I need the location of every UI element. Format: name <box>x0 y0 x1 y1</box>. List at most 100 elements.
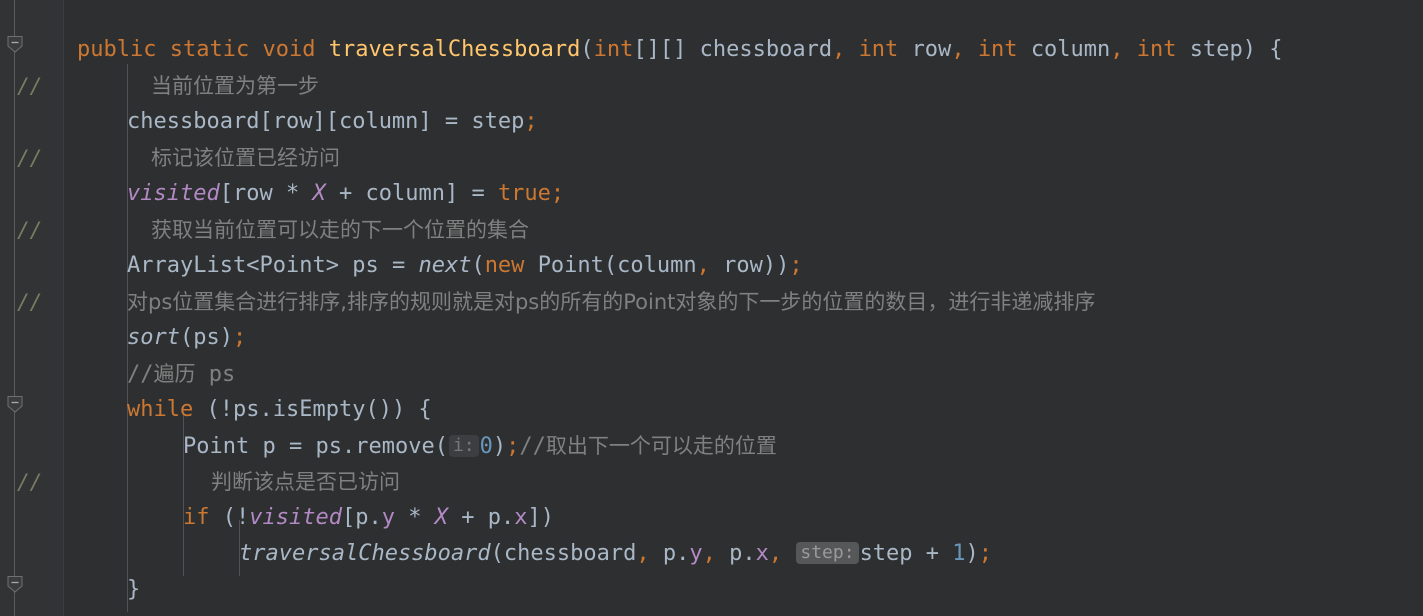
code-token: 标记该位置已经访问 <box>151 146 340 170</box>
code-token: . <box>259 397 273 422</box>
code-token: ; <box>506 434 520 459</box>
code-token: y <box>381 505 395 530</box>
code-line[interactable]: ArrayList<Point> ps = next(new Point(col… <box>63 248 803 284</box>
code-token: = <box>378 253 419 278</box>
code-token: ps <box>232 397 260 422</box>
code-line[interactable]: 对ps位置集合进行排序,排序的规则就是对ps的所有的Point对象的下一步的位置… <box>63 284 1095 320</box>
code-token: true <box>497 181 551 206</box>
code-token: int <box>858 37 899 62</box>
code-token: static <box>169 37 250 62</box>
code-token: // <box>127 362 154 387</box>
code-token: 判断该点是否已访问 <box>211 470 400 494</box>
code-token: [][] <box>633 37 700 62</box>
code-token: chessboard <box>699 37 833 62</box>
code-token: 遍历 <box>153 362 196 386</box>
code-token: step <box>859 541 913 566</box>
fold-rail-line <box>14 0 15 616</box>
code-token: ( <box>179 325 194 350</box>
code-token: Point <box>183 434 250 459</box>
code-token: ps <box>315 434 342 459</box>
code-token: int <box>1136 37 1177 62</box>
code-line[interactable]: sort(ps); <box>63 320 246 356</box>
code-token: column <box>365 181 445 206</box>
code-token: ( <box>434 434 448 459</box>
code-token: . <box>341 434 356 459</box>
gutter-comment-mark: // <box>17 218 43 242</box>
gutter-comment-mark: // <box>17 470 43 494</box>
code-line[interactable]: public static void traversalChessboard(i… <box>63 32 1283 68</box>
code-token: column <box>617 253 697 278</box>
code-token: y <box>689 541 703 566</box>
code-line[interactable]: } <box>63 572 140 608</box>
code-token: . <box>368 505 382 530</box>
code-token: column <box>1030 37 1111 62</box>
code-token: ; <box>550 181 565 206</box>
code-token: ; <box>232 325 247 350</box>
code-token: p <box>662 541 677 566</box>
code-line[interactable]: chessboard[row][column] = step; <box>63 104 538 140</box>
code-token: ( <box>490 541 504 566</box>
code-token: ]) <box>527 505 554 530</box>
code-surface[interactable]: public static void traversalChessboard(i… <box>63 0 1423 616</box>
code-line[interactable]: 获取当前位置可以走的下一个位置的集合 <box>63 212 529 248</box>
code-token: 1 <box>952 541 966 566</box>
code-line[interactable]: 判断该点是否已访问 <box>63 464 400 500</box>
gutter-comment-mark: // <box>17 146 43 170</box>
code-token: if <box>183 505 210 530</box>
code-line[interactable]: if (!visited[p.y * X + p.x]) <box>63 500 554 536</box>
code-token: [ <box>219 181 233 206</box>
code-token: , <box>951 37 965 62</box>
code-line[interactable]: Point p = ps.remove(i: 0);//取出下一个可以走的位置 <box>63 428 777 464</box>
code-token: > <box>325 253 353 278</box>
fold-collapse-icon[interactable] <box>7 576 23 593</box>
code-token: p <box>729 541 743 566</box>
fold-collapse-icon[interactable] <box>7 396 23 413</box>
code-editor[interactable]: // // // // // public static void traversalC… <box>0 0 1423 616</box>
code-token: sort <box>127 325 180 350</box>
code-token: p <box>487 505 501 530</box>
code-line[interactable]: 标记该位置已经访问 <box>63 140 340 176</box>
code-token: ; <box>978 541 993 566</box>
editor-gutter[interactable]: // // // // // <box>0 0 64 616</box>
code-token: , <box>696 253 710 278</box>
code-token: 取出下一个可以走的位置 <box>545 434 777 458</box>
code-token: ; <box>524 109 538 134</box>
code-token: X <box>312 181 326 206</box>
code-line[interactable]: //遍历 ps <box>63 356 235 392</box>
code-token: next <box>418 253 472 278</box>
code-token: ps <box>352 253 379 278</box>
code-token: ArrayList <box>127 253 247 278</box>
code-line[interactable]: traversalChessboard(chessboard, p.y, p.x… <box>63 536 992 572</box>
fold-collapse-icon[interactable] <box>7 36 23 53</box>
parameter-hint-inlay[interactable]: step: <box>796 542 859 564</box>
code-token: * <box>394 505 435 530</box>
code-token: ) <box>492 434 507 459</box>
code-token: + <box>912 541 953 566</box>
code-token: ; <box>789 253 803 278</box>
code-line[interactable]: while (!ps.isEmpty()) { <box>63 392 432 428</box>
code-token: , <box>636 541 650 566</box>
code-line[interactable]: 当前位置为第一步 <box>63 68 319 104</box>
code-token: // <box>519 434 546 459</box>
code-token: ][ <box>312 109 339 134</box>
code-token: visited <box>249 505 342 530</box>
code-token: . <box>500 505 515 530</box>
parameter-hint-inlay[interactable]: i: <box>448 435 479 457</box>
code-token: )) <box>762 253 790 278</box>
code-token: < <box>246 253 260 278</box>
code-line[interactable]: visited[row * X + column] = true; <box>63 176 564 212</box>
code-token: , <box>768 541 783 566</box>
code-token: public <box>77 37 157 62</box>
code-token: X <box>434 505 448 530</box>
code-token: ) <box>965 541 979 566</box>
code-token: int <box>977 37 1018 62</box>
code-token: traversalChessboard <box>328 37 581 62</box>
